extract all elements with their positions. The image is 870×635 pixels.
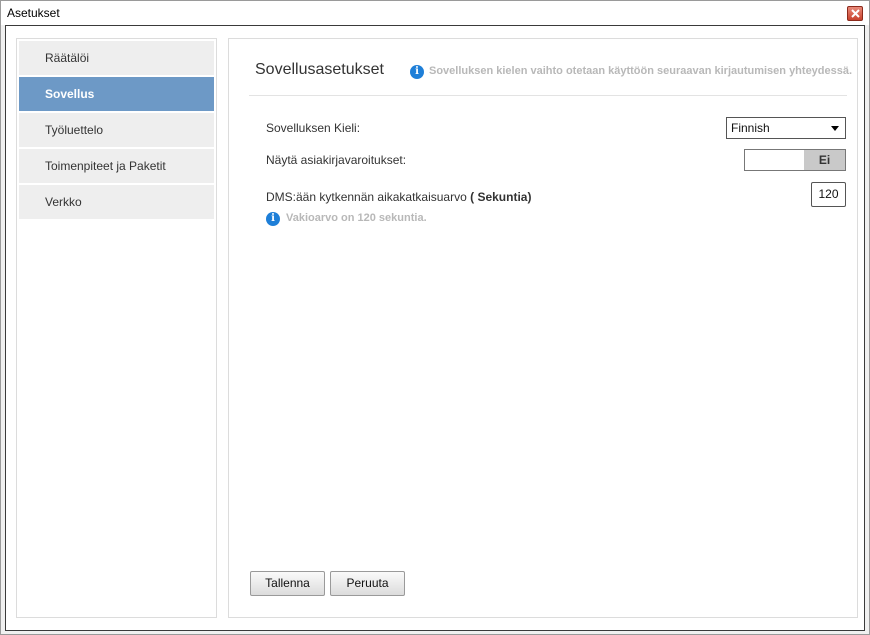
settings-window: Asetukset Räätälöi Sovellus Työluettelo … bbox=[0, 0, 870, 635]
close-button[interactable] bbox=[847, 6, 863, 21]
timeout-default-hint: Vakioarvo on 120 sekuntia. bbox=[286, 212, 427, 224]
sidebar-item-procedures-packages[interactable]: Toimenpiteet ja Paketit bbox=[19, 149, 214, 183]
language-select-value: Finnish bbox=[731, 121, 770, 135]
settings-sidebar: Räätälöi Sovellus Työluettelo Toimenpite… bbox=[16, 38, 217, 618]
sidebar-item-application[interactable]: Sovellus bbox=[19, 77, 214, 111]
timeout-unit: ( Sekuntia) bbox=[470, 190, 532, 204]
toggle-track bbox=[745, 150, 804, 170]
divider bbox=[249, 95, 847, 96]
info-icon: i bbox=[410, 65, 424, 79]
page-title: Sovellusasetukset bbox=[255, 61, 384, 78]
save-button[interactable]: Tallenna bbox=[250, 571, 325, 596]
window-title: Asetukset bbox=[7, 6, 60, 20]
settings-panel: Sovellusasetukset i Sovelluksen kielen v… bbox=[228, 38, 858, 618]
cancel-button[interactable]: Peruuta bbox=[330, 571, 405, 596]
show-warnings-label: Näytä asiakirjavaroitukset: bbox=[266, 153, 407, 167]
sidebar-item-worklist[interactable]: Työluettelo bbox=[19, 113, 214, 147]
timeout-label-text: DMS:ään kytkennän aikakatkaisuarvo bbox=[266, 190, 467, 204]
timeout-label: DMS:ään kytkennän aikakatkaisuarvo ( Sek… bbox=[266, 190, 531, 204]
language-label: Sovelluksen Kieli: bbox=[266, 121, 361, 135]
language-change-note: Sovelluksen kielen vaihto otetaan käyttö… bbox=[429, 65, 853, 77]
chevron-down-icon bbox=[831, 126, 839, 131]
close-icon bbox=[851, 9, 860, 18]
timeout-input[interactable]: 120 bbox=[811, 182, 846, 207]
sidebar-item-customize[interactable]: Räätälöi bbox=[19, 41, 214, 75]
language-select[interactable]: Finnish bbox=[726, 117, 846, 139]
info-icon: i bbox=[266, 212, 280, 226]
sidebar-item-network[interactable]: Verkko bbox=[19, 185, 214, 219]
title-bar: Asetukset bbox=[1, 1, 869, 25]
show-warnings-toggle[interactable]: Ei bbox=[744, 149, 846, 171]
toggle-value: Ei bbox=[804, 150, 845, 170]
dialog-content: Räätälöi Sovellus Työluettelo Toimenpite… bbox=[5, 25, 865, 631]
